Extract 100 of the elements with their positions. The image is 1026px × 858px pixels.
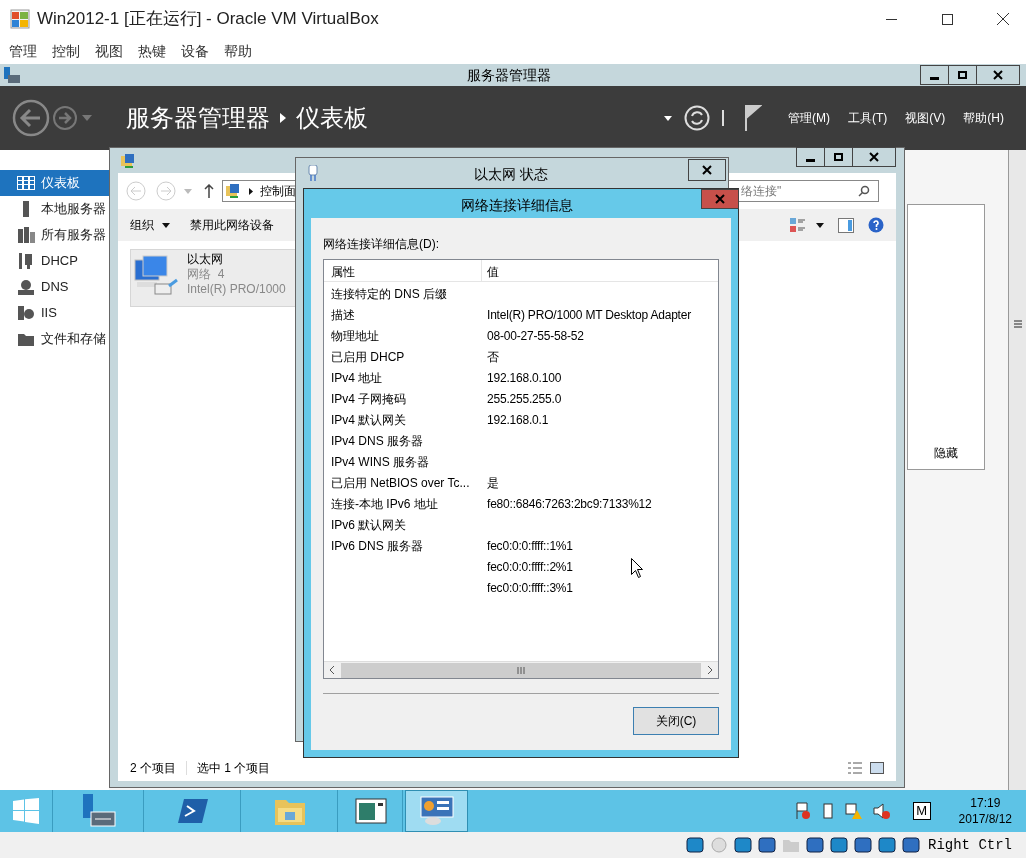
property-cell: 连接特定的 DNS 后缀 — [331, 286, 447, 301]
menu-item[interactable]: 视图 — [95, 40, 123, 62]
property-cell: 已启用 DHCP — [331, 349, 405, 364]
folder-icon — [17, 331, 35, 347]
control-panel-icon — [419, 796, 454, 826]
property-cell: IPv4 DNS 服务器 — [331, 433, 423, 448]
network-warning-icon[interactable] — [844, 802, 863, 820]
breadcrumb-item[interactable]: 服务器管理器 — [126, 100, 270, 136]
flag-icon[interactable] — [744, 105, 762, 131]
property-cell: IPv4 地址 — [331, 370, 383, 385]
menu-item[interactable]: 帮助 — [224, 40, 252, 62]
close-icon — [997, 13, 1009, 25]
value-cell-text: 08-00-27-55-58-52 — [487, 327, 584, 345]
caret-icon[interactable] — [816, 222, 824, 228]
grip-icon — [1013, 320, 1022, 328]
close-button[interactable]: 关闭(C) — [633, 707, 719, 735]
menu-item[interactable]: 控制 — [52, 40, 80, 62]
tool-icon — [17, 253, 35, 269]
server-toolbox-icon — [80, 794, 117, 828]
cursor-icon — [631, 558, 643, 578]
value-cell-text: Intel(R) PRO/1000 MT Desktop Adapter — [487, 306, 691, 324]
list-label: 网络连接详细信息(D): — [323, 236, 440, 253]
search-icon — [858, 185, 870, 197]
property-cell: IPv4 默认网关 — [331, 412, 407, 427]
forward-icon[interactable] — [52, 105, 78, 131]
property-cell: IPv6 DNS 服务器 — [331, 538, 423, 553]
view-options-icon[interactable] — [790, 217, 806, 233]
input-method-indicator[interactable]: M — [912, 802, 931, 820]
value-cell-text: 是 — [487, 474, 499, 492]
taskbar-button[interactable] — [405, 790, 468, 832]
property-cell: 已启用 NetBIOS over Tc... — [331, 475, 470, 490]
close-icon — [993, 70, 1003, 80]
menu-item[interactable]: 帮助(H) — [963, 109, 1004, 127]
servers-icon — [17, 227, 35, 243]
value-cell-text: fe80::6846:7263:2bc9:7133%12 — [487, 495, 652, 513]
sidebar-item[interactable]: DNS — [0, 274, 109, 300]
window-title: 服务器管理器 — [467, 65, 551, 85]
network-folder-icon — [225, 183, 241, 199]
item-count: 2 个项目 — [130, 760, 176, 777]
globe-server-icon — [17, 305, 35, 321]
thumbnail-view-icon[interactable] — [870, 762, 884, 774]
sidebar-item[interactable]: DHCP — [0, 248, 109, 274]
selection-count: 选中 1 个项目 — [197, 760, 271, 777]
caret-icon — [162, 222, 170, 228]
item-adapter: Intel(R) PRO/1000 — [187, 282, 286, 297]
menu-item[interactable]: 管理 — [9, 40, 37, 62]
speaker-muted-icon[interactable] — [872, 802, 891, 820]
dialog-title: 以太网 状态 — [474, 165, 548, 184]
menu-item[interactable]: 视图(V) — [905, 109, 946, 127]
globe-server-icon — [17, 279, 35, 295]
up-arrow-icon[interactable] — [204, 184, 214, 198]
item-network: 网络 4 — [187, 267, 226, 282]
value-cell-text: fec0:0:0:ffff::1%1 — [487, 537, 573, 555]
menu-item[interactable]: 设备 — [181, 40, 209, 62]
value-cell-text: 否 — [487, 348, 499, 366]
column-header[interactable]: 值 — [482, 260, 718, 281]
terminal-icon — [178, 799, 208, 823]
close-icon — [869, 152, 879, 162]
value-cell-text: 255.255.255.0 — [487, 390, 562, 408]
sidebar-item[interactable]: 文件和存储 — [0, 326, 109, 352]
close-icon — [702, 165, 712, 175]
property-cell: IPv4 子网掩码 — [331, 391, 407, 406]
property-cell: IPv6 默认网关 — [331, 517, 407, 532]
column-header[interactable]: 属性 — [324, 260, 482, 281]
plug-icon — [308, 165, 318, 181]
refresh-icon[interactable] — [684, 105, 710, 131]
server-manager-icon — [3, 66, 21, 84]
toolbar-button[interactable]: 禁用此网络设备 — [190, 216, 274, 234]
sidebar-item[interactable]: IIS — [0, 300, 109, 326]
close-button[interactable] — [688, 159, 726, 181]
item-name: 以太网 — [187, 252, 224, 267]
close-icon — [715, 194, 725, 204]
window-title: Win2012-1 [正在运行] - Oracle VM VirtualBox — [37, 8, 379, 31]
caret-icon[interactable] — [664, 115, 672, 121]
host-key-label: Right Ctrl — [928, 835, 1012, 855]
sidebar-item[interactable]: 仪表板 — [0, 170, 109, 196]
preview-pane-icon[interactable] — [838, 217, 854, 233]
property-cell: 描述 — [331, 307, 355, 322]
grid-icon — [17, 176, 35, 190]
back-icon[interactable] — [12, 99, 50, 137]
windows-logo-icon — [13, 798, 39, 824]
sidebar-item[interactable]: 所有服务器 — [0, 222, 109, 248]
menu-item[interactable]: 管理(M) — [788, 109, 830, 127]
organize-menu[interactable]: 组织 — [130, 216, 170, 234]
property-cell: 连接-本地 IPv6 地址 — [331, 496, 438, 511]
dialog-title: 网络连接详细信息 — [461, 196, 573, 215]
clock[interactable]: 17:19 2017/8/12 — [958, 795, 1012, 827]
window-icon — [355, 798, 387, 824]
value-cell-text: 192.168.0.100 — [487, 369, 562, 387]
hide-link[interactable]: 隐藏 — [934, 444, 958, 462]
property-cell: IPv4 WINS 服务器 — [331, 454, 429, 469]
network-folder-icon — [120, 153, 136, 169]
menu-item[interactable]: 热键 — [138, 40, 166, 62]
value-cell-text: 192.168.0.1 — [487, 411, 549, 429]
flag-error-icon[interactable] — [794, 802, 811, 820]
sidebar-item[interactable]: 本地服务器 — [0, 196, 109, 222]
help-icon[interactable] — [868, 217, 884, 233]
breadcrumb-item[interactable]: 仪表板 — [296, 100, 368, 136]
menu-item[interactable]: 工具(T) — [848, 109, 888, 127]
app-logo-icon — [10, 9, 30, 29]
